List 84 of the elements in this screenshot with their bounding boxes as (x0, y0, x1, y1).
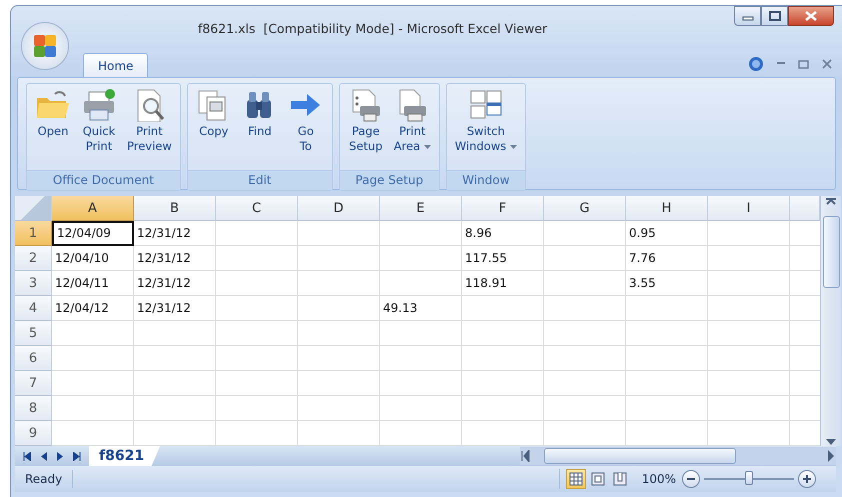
column-header[interactable]: E (380, 196, 462, 221)
table-cell-text: 12/31/12 (136, 300, 192, 317)
zoom-slider-thumb[interactable] (745, 471, 753, 485)
column-header[interactable]: D (298, 196, 380, 221)
page-break-view-icon (612, 472, 627, 486)
column-header[interactable]: I (708, 196, 790, 221)
ribbon-button[interactable]: Open (31, 84, 75, 170)
table-cell-text: 12/31/12 (136, 275, 192, 292)
restore-icon (798, 58, 810, 68)
table-cell-text: 12/31/12 (136, 250, 192, 267)
table-cell-text: 8.96 (464, 225, 493, 242)
office-logo-icon (32, 33, 58, 59)
page-view-icon (590, 472, 605, 486)
row-header[interactable]: 7 (15, 371, 52, 396)
column-header[interactable]: F (462, 196, 544, 221)
row-header[interactable]: 1 (15, 221, 52, 246)
table-cell-text: 0.95 (628, 225, 657, 242)
previous-sheet-icon (41, 452, 47, 460)
table-cell-text: 12/31/12 (136, 225, 192, 242)
caret-icon (424, 144, 431, 149)
zoom-out-button[interactable] (682, 470, 700, 488)
minimize-button[interactable] (734, 6, 761, 26)
scroll-left-icon (520, 450, 530, 462)
sheet-tab[interactable]: f8621 (89, 446, 160, 466)
printer-icon (81, 88, 117, 122)
ribbon-button[interactable]: Switch Windows (450, 84, 521, 170)
window-title: f8621.xls [Compatibility Mode] - Microsoft Excel Viewer (196, 20, 548, 36)
ribbon-button[interactable]: Page Setup (344, 84, 388, 170)
vertical-scrollbar[interactable] (820, 196, 841, 446)
minimize-icon (776, 62, 786, 65)
next-sheet-icon (57, 452, 63, 460)
row-header[interactable]: 3 (15, 271, 52, 296)
horizontal-scrollbar[interactable] (520, 447, 836, 465)
first-sheet-icon (23, 452, 31, 460)
scroll-right-icon (828, 450, 836, 462)
table-cell-text: 12/04/10 (54, 250, 110, 267)
view-button[interactable] (566, 469, 586, 489)
office-button[interactable] (21, 22, 69, 70)
table-cell-text: 7.76 (628, 250, 657, 267)
row-header[interactable]: 4 (15, 296, 52, 321)
maximize-icon (768, 11, 780, 21)
group-label: Window (446, 170, 525, 190)
ribbon-button[interactable]: Find (238, 84, 282, 170)
scroll-thumb[interactable] (822, 216, 840, 288)
close-button[interactable] (788, 6, 834, 26)
column-header[interactable]: B (134, 196, 216, 221)
table-cell-text: 12/04/12 (54, 300, 110, 317)
grid-view-icon (568, 472, 583, 486)
column-header[interactable]: H (626, 196, 708, 221)
active-cell[interactable]: 12/04/09 (52, 221, 134, 246)
table-cell-text: 49.13 (382, 300, 418, 317)
scroll-up-icon (824, 196, 838, 206)
last-sheet-icon (73, 452, 81, 460)
column-header[interactable]: A (52, 196, 134, 221)
column-header[interactable]: C (216, 196, 298, 221)
close-icon (805, 11, 817, 21)
caret-icon (510, 144, 517, 149)
row-header[interactable]: 5 (15, 321, 52, 346)
maximize-button[interactable] (761, 6, 788, 26)
column-header[interactable]: G (544, 196, 626, 221)
zoom-level[interactable]: 100% (636, 472, 682, 486)
table-cell-text: 117.55 (464, 250, 508, 267)
table-cell-text: 12/04/11 (54, 275, 110, 292)
scroll-thumb[interactable] (544, 448, 736, 464)
ribbon-button[interactable]: Print Area (390, 84, 435, 170)
ribbon-tab[interactable]: Home (83, 53, 148, 77)
plus-icon (802, 474, 812, 484)
row-header[interactable]: 9 (15, 421, 52, 446)
group-label: Office Document (27, 170, 180, 190)
status-text: Ready (15, 470, 74, 488)
group-label: Edit (188, 170, 332, 190)
row-header[interactable]: 6 (15, 346, 52, 371)
row-header[interactable]: 2 (15, 246, 52, 271)
help-icon (748, 56, 764, 72)
ribbon-button[interactable]: Print Preview (123, 84, 176, 170)
ribbon-button[interactable]: Go To (284, 84, 328, 170)
table-cell-text: 118.91 (464, 275, 508, 292)
group-label: Page Setup (340, 170, 439, 190)
row-header[interactable]: 8 (15, 396, 52, 421)
close-icon (822, 58, 832, 68)
ribbon-button[interactable]: Copy (192, 84, 236, 170)
ribbon-button[interactable]: Quick Print (77, 84, 121, 170)
zoom-in-button[interactable] (798, 470, 816, 488)
table-cell-text: 3.55 (628, 275, 657, 292)
